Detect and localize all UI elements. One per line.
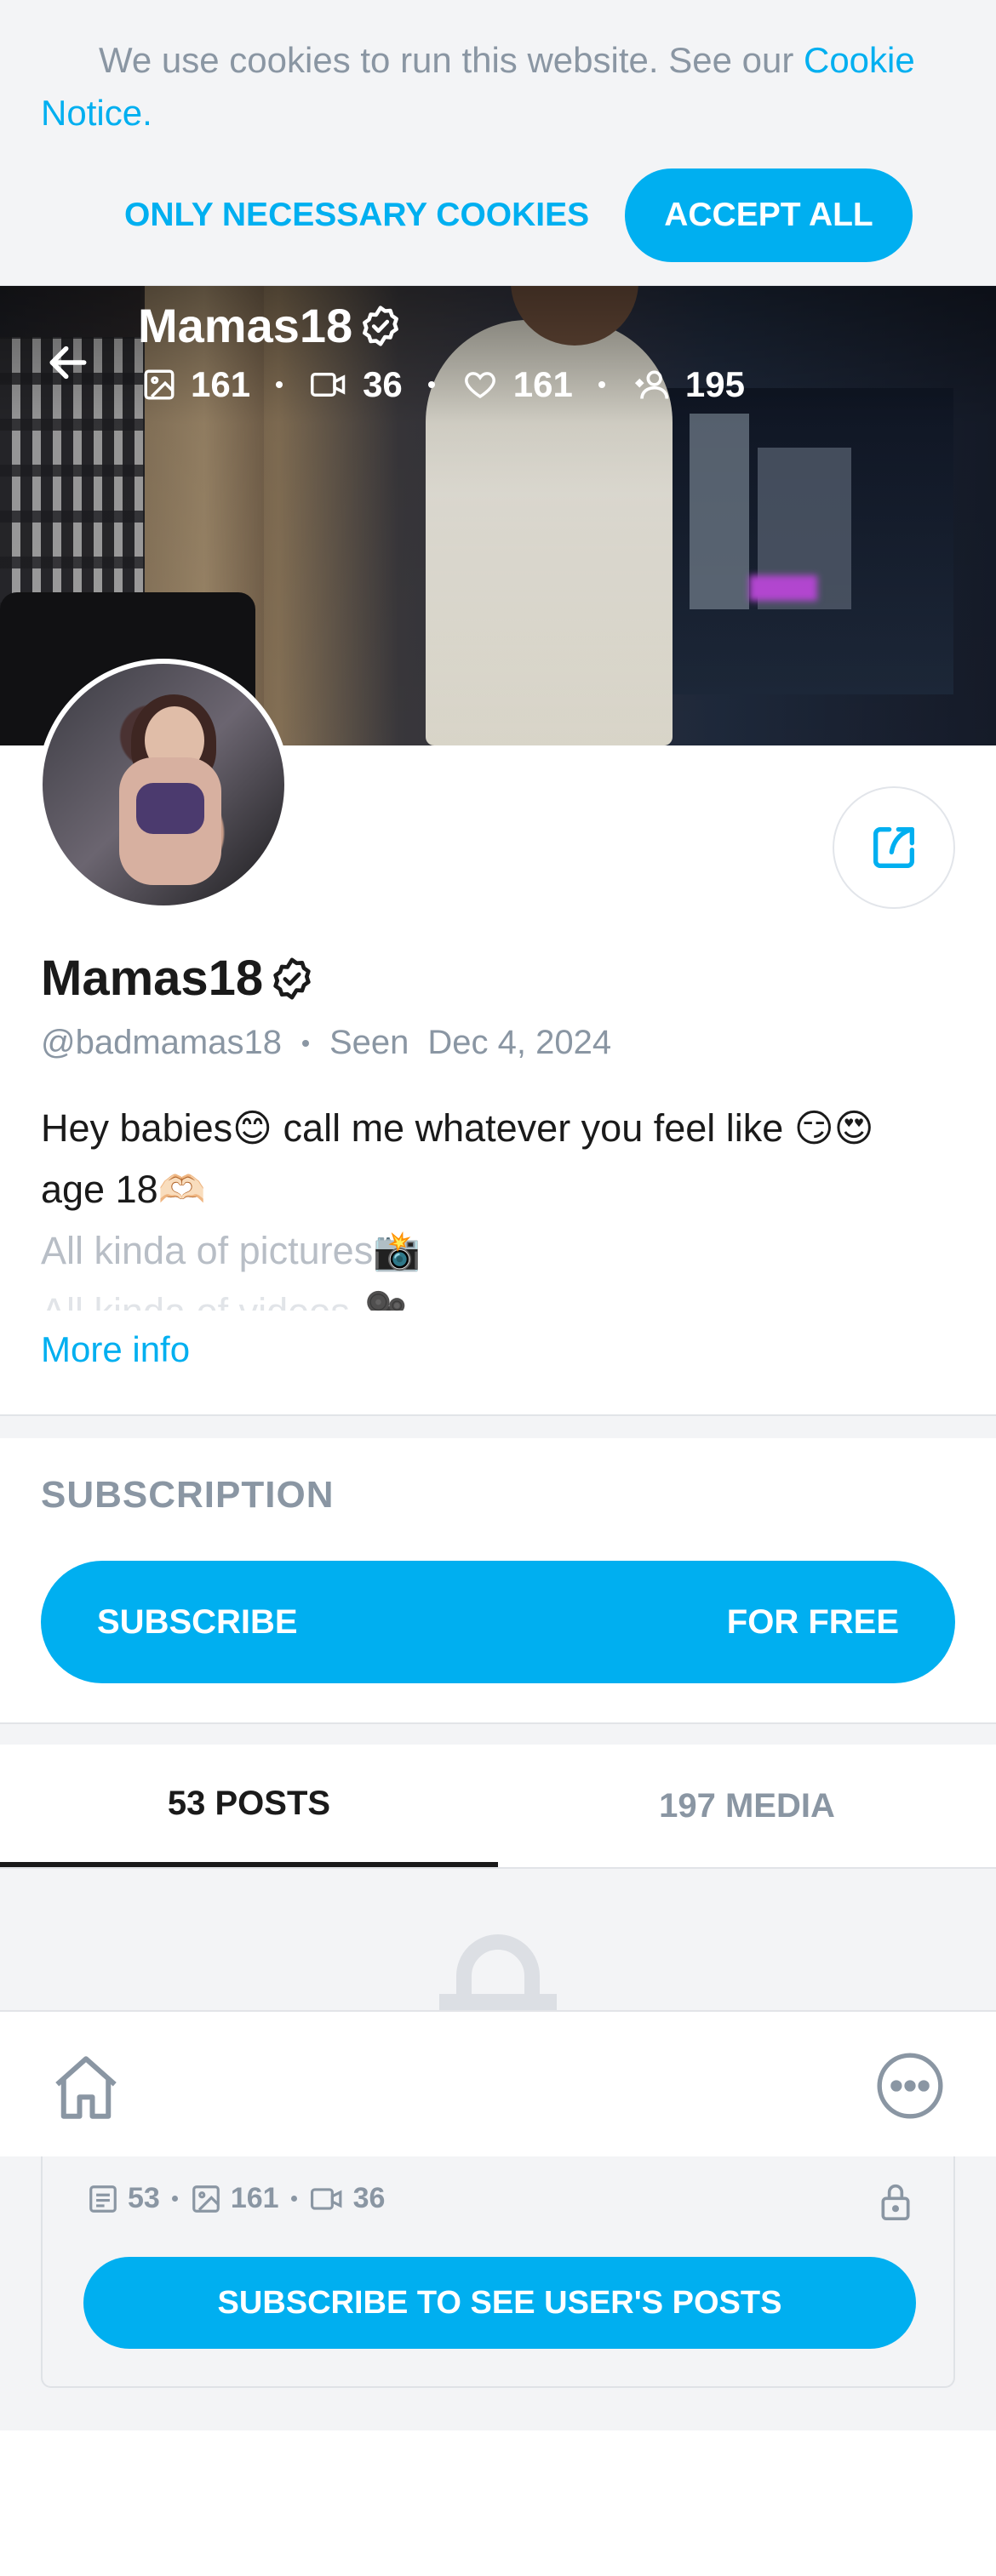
cookie-period: .: [142, 93, 152, 133]
locked-stats: 53 161 36: [87, 2182, 385, 2215]
subscribe-label: SUBSCRIBE: [97, 1602, 298, 1641]
header-stats: 161 36 161 195: [141, 364, 745, 405]
separator-dot: [276, 381, 283, 388]
avatar-clothing: [136, 783, 204, 834]
more-menu-button[interactable]: [873, 2049, 947, 2122]
arrow-left-icon: [49, 346, 87, 380]
subscribe-price: FOR FREE: [726, 1602, 899, 1641]
tab-posts[interactable]: 53 POSTS: [0, 1745, 498, 1867]
bottom-nav: [0, 2010, 996, 2156]
image-icon: [144, 369, 175, 400]
bio-line: All kinda of pictures📸: [41, 1229, 421, 1272]
locked-posts-stat: 53: [87, 2182, 160, 2215]
more-info-link[interactable]: More info: [41, 1329, 190, 1370]
stat-fans-count: 195: [684, 364, 745, 404]
lock-icon: [881, 2184, 910, 2220]
handle-row: @badmamas18 Seen Dec 4, 2024: [41, 1024, 611, 1062]
seen-label: Seen: [329, 1024, 409, 1061]
profile-name: Mamas18: [41, 950, 316, 1007]
stat-photos-count: 161: [191, 364, 251, 404]
profile-tabs: 53 POSTS 197 MEDIA: [0, 1745, 996, 1869]
cookie-message: We use cookies to run this website. See …: [99, 40, 804, 80]
video-icon: [310, 2187, 341, 2210]
locked-posts-count: 53: [128, 2182, 160, 2214]
separator-dot: [598, 381, 605, 388]
stat-videos: 36: [308, 364, 403, 405]
section-divider: [0, 1414, 996, 1438]
stat-fans: 195: [631, 364, 745, 405]
back-button[interactable]: [37, 332, 99, 393]
more-icon: [877, 2053, 943, 2119]
home-button[interactable]: [48, 2049, 124, 2126]
fans-icon: [634, 370, 669, 399]
subscribe-button[interactable]: SUBSCRIBE FOR FREE: [41, 1561, 955, 1683]
locked-photos-stat: 161: [190, 2182, 279, 2215]
subscription-title: SUBSCRIPTION: [41, 1474, 335, 1516]
separator-dot: [290, 2196, 297, 2202]
bio-line: Hey babies😊 call me whatever you feel li…: [41, 1106, 874, 1150]
accept-all-button[interactable]: ACCEPT ALL: [625, 168, 913, 262]
image-icon: [192, 2185, 220, 2213]
seen-date: Dec 4, 2024: [427, 1024, 612, 1061]
separator-dot: [301, 1039, 309, 1047]
cookie-banner: We use cookies to run this website. See …: [0, 0, 996, 286]
tab-media[interactable]: 197 MEDIA: [498, 1745, 996, 1867]
post-icon: [89, 2185, 117, 2213]
avatar[interactable]: [37, 659, 289, 911]
verified-icon: [363, 305, 399, 346]
share-button[interactable]: [833, 786, 955, 909]
lock-icon: [439, 1934, 557, 2010]
stat-likes: 161: [461, 364, 573, 405]
video-icon: [311, 373, 346, 397]
stat-likes-count: 161: [512, 364, 573, 404]
share-icon: [873, 827, 914, 868]
profile-handle: @badmamas18: [41, 1024, 282, 1061]
home-icon: [55, 2056, 117, 2119]
locked-videos-count: 36: [352, 2182, 386, 2214]
verified-icon: [273, 957, 311, 999]
profile-name-text: Mamas18: [41, 951, 264, 1006]
bio-line: age 18🫶🏻: [41, 1168, 206, 1211]
separator-dot: [171, 2196, 178, 2202]
header-name: Mamas18: [138, 298, 404, 353]
locked-posts-card: 53 161 36 SUBSCRIBE TO SEE USER'S POSTS: [41, 2156, 955, 2388]
stat-photos: 161: [141, 364, 250, 405]
separator-dot: [427, 381, 435, 388]
stat-videos-count: 36: [363, 364, 403, 404]
bio-line: All kinda of videos 🎥: [41, 1282, 960, 1311]
header-name-text: Mamas18: [138, 299, 353, 352]
only-necessary-cookies-button[interactable]: ONLY NECESSARY COOKIES: [111, 180, 603, 250]
section-divider: [0, 1722, 996, 1746]
locked-videos-stat: 36: [309, 2182, 386, 2215]
subscribe-to-see-posts-button[interactable]: SUBSCRIBE TO SEE USER'S POSTS: [83, 2257, 916, 2349]
heart-icon: [464, 372, 495, 399]
cookie-text: We use cookies to run this website. See …: [41, 34, 960, 140]
locked-photos-count: 161: [230, 2182, 279, 2214]
profile-bio: Hey babies😊 call me whatever you feel li…: [41, 1098, 960, 1311]
